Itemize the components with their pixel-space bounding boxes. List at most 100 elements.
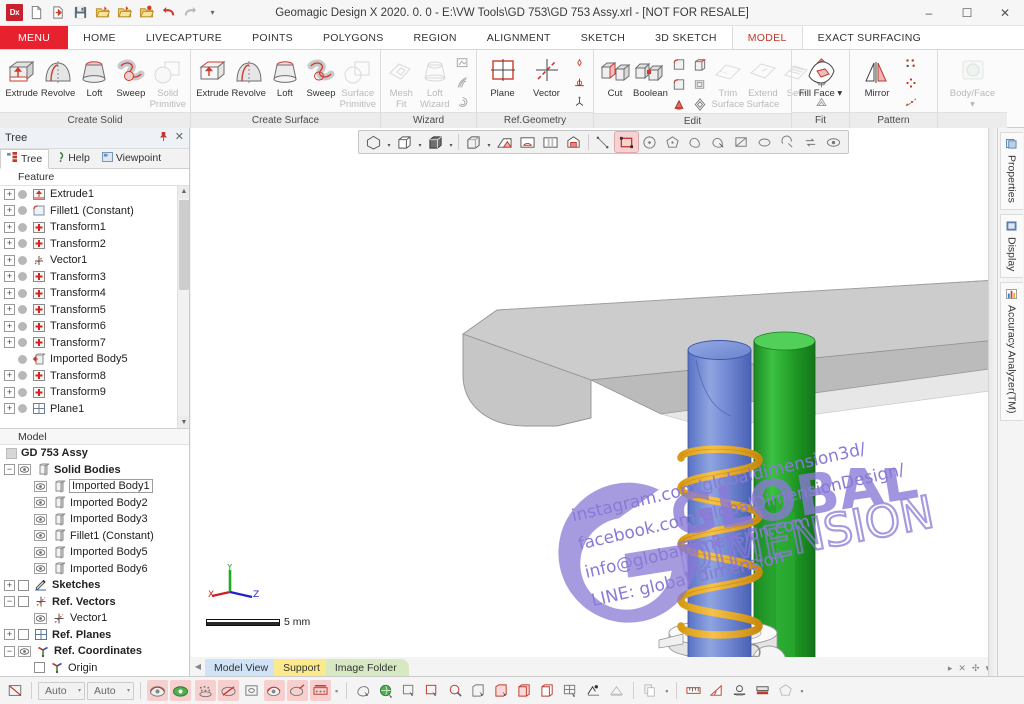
visibility-checkbox[interactable]	[18, 596, 29, 608]
scroll-up-arrow[interactable]: ▲	[178, 185, 189, 198]
shade-wireframe-caret-icon[interactable]: ▾	[447, 132, 455, 152]
fillet-icon[interactable]	[669, 55, 689, 73]
feature-state-dot[interactable]	[18, 321, 27, 331]
dock-tab-display[interactable]: Display	[999, 213, 1023, 279]
offset-icon[interactable]	[690, 75, 710, 93]
ribbon-tab-model[interactable]: MODEL	[731, 26, 803, 49]
delete-face-icon[interactable]	[690, 95, 710, 113]
solid-primitive-button[interactable]: Solid Primitive	[150, 53, 186, 110]
tab-support[interactable]: Support	[274, 659, 332, 676]
wireframe-mode-icon[interactable]	[393, 132, 416, 152]
expand-icon[interactable]: +	[4, 629, 15, 641]
sweep-surface-button[interactable]: Sweep	[303, 53, 338, 100]
close-icon[interactable]: ✕	[175, 132, 184, 143]
transparent-mode-icon[interactable]	[462, 132, 485, 152]
feature-state-dot[interactable]	[18, 387, 27, 397]
pin-icon[interactable]	[159, 131, 168, 145]
feature-row[interactable]: + Transform2	[0, 235, 189, 252]
pick-box-icon[interactable]	[491, 680, 512, 701]
revolve-solid-button[interactable]: Revolve	[40, 53, 75, 100]
pick-entity-icon[interactable]	[353, 680, 374, 701]
ribbon-tab-livecapture[interactable]: LIVECAPTURE	[131, 26, 237, 49]
visibility-eye-icon[interactable]	[34, 612, 47, 624]
loft-surface-button[interactable]: Loft	[267, 53, 302, 100]
ribbon-tab-alignment[interactable]: ALIGNMENT	[472, 26, 566, 49]
visibility-checkbox[interactable]	[34, 662, 45, 674]
show-ref-icon[interactable]	[310, 680, 331, 701]
extrude-surface-button[interactable]: Extrude	[195, 53, 230, 100]
open-folder-icon[interactable]	[93, 3, 112, 22]
model-tree-row[interactable]: Imported Body1	[0, 478, 189, 495]
model-tree-row[interactable]: Fillet1 (Constant)	[0, 528, 189, 545]
expand-icon[interactable]: +	[4, 579, 15, 591]
section-double-icon[interactable]	[539, 132, 562, 152]
expand-icon[interactable]: +	[4, 238, 15, 250]
show-color-mesh-icon[interactable]	[170, 680, 191, 701]
pick-shell-icon[interactable]	[537, 680, 558, 701]
status-more-icon[interactable]: ▪	[333, 686, 340, 696]
loft-wizard-button[interactable]: Loft Wizard	[419, 53, 452, 110]
pick-body-icon[interactable]	[468, 680, 489, 701]
visibility-eye-icon[interactable]	[34, 563, 47, 575]
mode-combo-1[interactable]: Auto ▾	[38, 681, 85, 700]
scroll-down-arrow[interactable]: ▼	[178, 416, 189, 429]
model-tree-row[interactable]: Imported Body5	[0, 544, 189, 561]
linear-pattern-icon[interactable]	[901, 55, 921, 73]
model-tree-row[interactable]: + Sketches	[0, 577, 189, 594]
expand-icon[interactable]: +	[4, 320, 15, 332]
show-hidden-icon[interactable]	[218, 680, 239, 701]
model-tree-row[interactable]: Vector1	[0, 610, 189, 627]
draft-icon[interactable]	[669, 75, 689, 93]
mirror-button[interactable]: Mirror	[854, 53, 900, 100]
expand-icon[interactable]: +	[4, 304, 15, 316]
customize-caret-icon[interactable]: ▾	[203, 3, 222, 22]
visibility-checkbox[interactable]	[18, 629, 29, 641]
sweep-solid-button[interactable]: Sweep	[113, 53, 148, 100]
tab-scroll-left-icon[interactable]: ◀	[191, 657, 205, 676]
redo-icon[interactable]	[181, 3, 200, 22]
scroll-thumb[interactable]	[179, 199, 189, 290]
pick-zoom-icon[interactable]	[445, 680, 466, 701]
visibility-checkbox[interactable]	[18, 579, 29, 591]
feature-row[interactable]: + Transform5	[0, 301, 189, 318]
collapse-icon[interactable]: −	[4, 596, 15, 608]
body-face-button[interactable]: Body/Face ▾	[942, 53, 1003, 110]
feature-row[interactable]: + Transform1	[0, 219, 189, 236]
mesh-sketch-icon[interactable]	[452, 74, 472, 92]
feature-row[interactable]: + Transform9	[0, 384, 189, 401]
maximize-button[interactable]: ☐	[948, 0, 986, 26]
ribbon-tab-3d-sketch[interactable]: 3D SKETCH	[640, 26, 732, 49]
feature-state-dot[interactable]	[18, 404, 27, 414]
model-tree-row[interactable]: Imported Body2	[0, 495, 189, 512]
show-point-cloud-icon[interactable]	[195, 680, 216, 701]
expand-icon[interactable]: +	[4, 221, 15, 233]
rectangle-select-icon[interactable]	[614, 131, 639, 153]
extend-surface-button[interactable]: Extend Surface	[746, 53, 780, 110]
pick-world-icon[interactable]	[376, 680, 397, 701]
shade-wireframe-icon[interactable]	[424, 132, 447, 152]
feature-row[interactable]: + Transform3	[0, 268, 189, 285]
extrude-solid-button[interactable]: Extrude	[4, 53, 39, 100]
feature-row[interactable]: Imported Body5	[0, 351, 189, 368]
feature-row[interactable]: + Extrude1	[0, 186, 189, 203]
expand-icon[interactable]: +	[4, 271, 15, 283]
circle-select-icon[interactable]	[638, 132, 661, 152]
loft-solid-button[interactable]: Loft	[77, 53, 112, 100]
cut-button[interactable]: Cut	[598, 53, 632, 100]
feature-state-dot[interactable]	[18, 255, 27, 265]
status-more-icon-3[interactable]: ▪	[798, 686, 805, 696]
expand-select-icon[interactable]	[753, 132, 776, 152]
new-document-icon[interactable]	[27, 3, 46, 22]
dock-tab-accuracy-analyzer[interactable]: Accuracy Analyzer(TM)	[999, 282, 1023, 421]
ribbon-tab-home[interactable]: HOME	[68, 26, 131, 49]
pick-face-icon[interactable]	[399, 680, 420, 701]
pick-surface-icon[interactable]	[422, 680, 443, 701]
model-tree-row[interactable]: Origin	[0, 660, 189, 677]
model-tree-row[interactable]: Imported Body6	[0, 561, 189, 578]
tab-image-folder[interactable]: Image Folder	[325, 659, 409, 676]
visibility-eye-icon[interactable]	[34, 546, 47, 558]
plane-select-icon[interactable]	[730, 132, 753, 152]
dock-tab-properties[interactable]: Properties	[999, 132, 1023, 210]
expand-icon[interactable]: +	[4, 386, 15, 398]
ribbon-tab-points[interactable]: POINTS	[237, 26, 308, 49]
